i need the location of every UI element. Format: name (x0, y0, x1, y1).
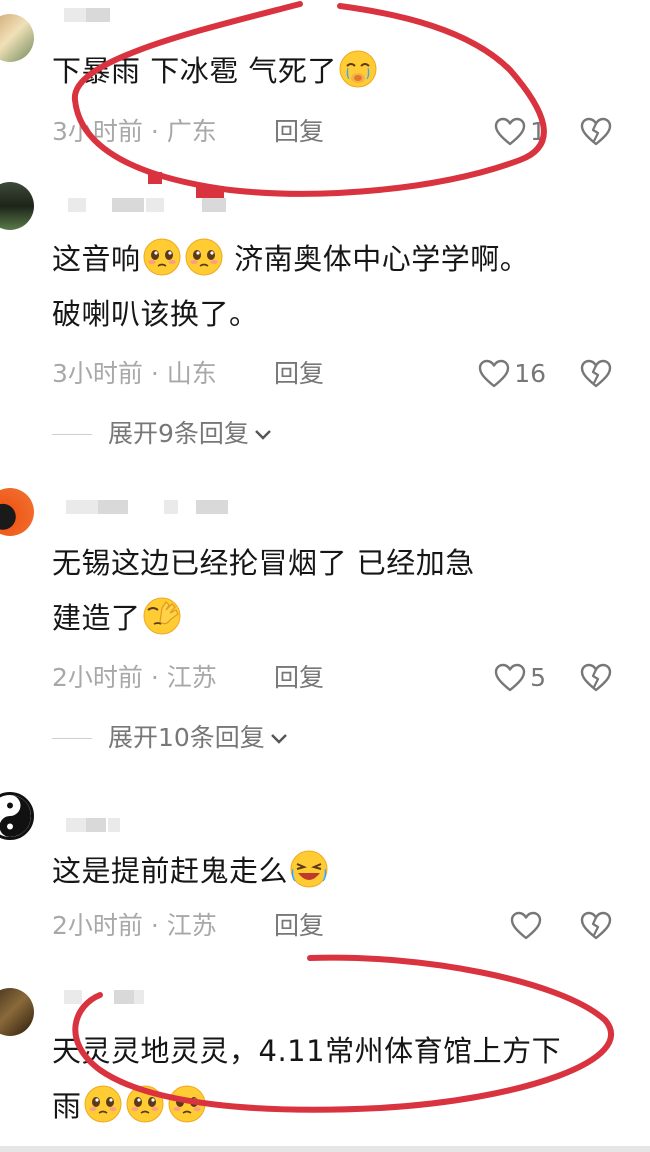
reply-button[interactable]: 回复 (274, 906, 324, 946)
like-button[interactable] (510, 906, 546, 946)
pleading-emoji (167, 1084, 207, 1124)
comment-text: 下暴雨 下冰雹 气死了 (52, 44, 622, 99)
heart-icon (510, 911, 542, 941)
reply-button[interactable]: 回复 (274, 658, 324, 698)
timestamp: 3小时前 (52, 359, 143, 388)
heart-icon (478, 359, 510, 389)
divider (52, 737, 92, 739)
like-count: 1 (530, 117, 546, 146)
username-masked[interactable] (54, 192, 234, 220)
location: 江苏 (166, 663, 217, 692)
avatar[interactable] (0, 182, 34, 230)
username-masked[interactable] (54, 2, 234, 30)
username-masked[interactable] (54, 812, 234, 840)
pleading-emoji (184, 237, 224, 277)
like-button[interactable]: 5 (494, 658, 546, 698)
chevron-down-icon (269, 718, 289, 758)
comment-text: 天灵灵地灵灵，4.11常州体育馆上方下雨 (52, 1034, 562, 1124)
expand-replies-button[interactable]: 展开10条回复 (52, 718, 289, 758)
chevron-down-icon (253, 414, 273, 454)
username-masked[interactable] (54, 494, 234, 522)
broken-heart-icon[interactable] (580, 117, 612, 147)
username-masked[interactable] (54, 984, 234, 1012)
heart-icon (494, 117, 526, 147)
bottom-divider (0, 1146, 650, 1152)
comment-text: 无锡这边已经抡冒烟了 已经加急 建造了 (52, 546, 475, 636)
location: 江苏 (166, 911, 217, 940)
avatar[interactable] (0, 988, 34, 1036)
reply-button[interactable]: 回复 (274, 354, 324, 394)
pleading-emoji (125, 1084, 165, 1124)
avatar[interactable] (0, 488, 34, 536)
expand-replies-button[interactable]: 展开9条回复 (52, 414, 273, 454)
like-count: 16 (514, 359, 546, 388)
comment-text: 这音响 济南奥体中心学学啊。 破喇叭该换了。 (52, 232, 622, 342)
broken-heart-icon[interactable] (580, 359, 612, 389)
pleading-emoji (142, 237, 182, 277)
avatar[interactable] (0, 14, 34, 62)
avatar[interactable] (0, 792, 34, 840)
divider (52, 433, 92, 435)
separator: · (150, 359, 159, 388)
pleading-emoji (83, 1084, 123, 1124)
location: 广东 (166, 117, 217, 146)
reply-button[interactable]: 回复 (274, 112, 324, 152)
yin-yang-icon (0, 795, 31, 837)
laughing-crying-emoji (289, 849, 329, 889)
timestamp: 2小时前 (52, 911, 143, 940)
heart-icon (494, 663, 526, 693)
comment-text: 这是提前赶鬼走么 (52, 844, 622, 899)
broken-heart-icon[interactable] (580, 911, 612, 941)
like-button[interactable]: 16 (478, 354, 546, 394)
timestamp: 2小时前 (52, 663, 143, 692)
crying-emoji (338, 49, 378, 89)
like-count: 5 (530, 663, 546, 692)
separator: · (150, 663, 159, 692)
facepalm-emoji (142, 596, 182, 636)
separator: · (150, 911, 159, 940)
like-button[interactable]: 1 (494, 112, 546, 152)
broken-heart-icon[interactable] (580, 663, 612, 693)
location: 山东 (166, 359, 217, 388)
separator: · (150, 117, 159, 146)
timestamp: 3小时前 (52, 117, 143, 146)
